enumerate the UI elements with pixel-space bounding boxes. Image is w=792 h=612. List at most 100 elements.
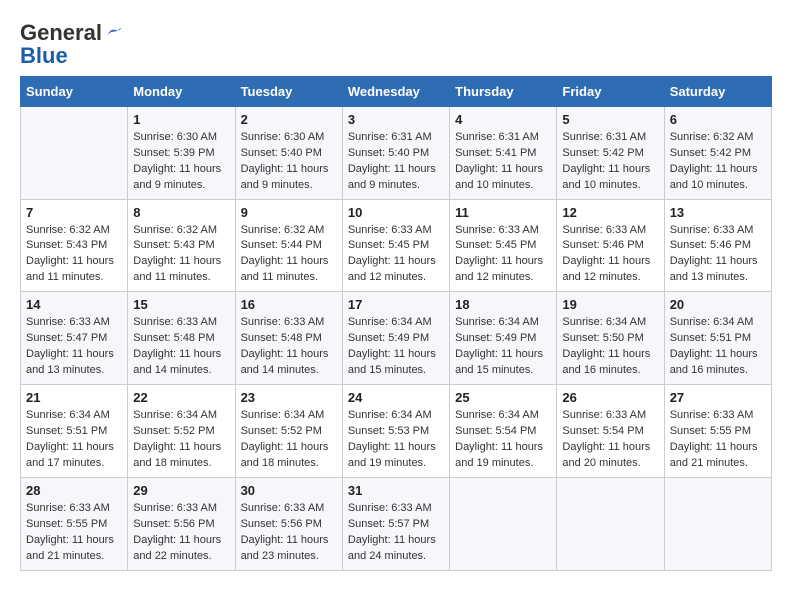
day-number: 18 (455, 297, 551, 312)
day-info: Sunrise: 6:33 AM Sunset: 5:46 PM Dayligh… (670, 223, 766, 287)
day-number: 31 (348, 483, 444, 498)
day-number: 13 (670, 205, 766, 220)
calendar-cell: 2Sunrise: 6:30 AM Sunset: 5:40 PM Daylig… (235, 106, 342, 199)
column-header-saturday: Saturday (664, 76, 771, 106)
day-number: 26 (562, 390, 658, 405)
day-info: Sunrise: 6:34 AM Sunset: 5:50 PM Dayligh… (562, 315, 658, 379)
day-number: 4 (455, 112, 551, 127)
calendar-cell: 19Sunrise: 6:34 AM Sunset: 5:50 PM Dayli… (557, 292, 664, 385)
calendar-cell: 29Sunrise: 6:33 AM Sunset: 5:56 PM Dayli… (128, 477, 235, 570)
day-info: Sunrise: 6:34 AM Sunset: 5:53 PM Dayligh… (348, 408, 444, 472)
day-number: 10 (348, 205, 444, 220)
day-info: Sunrise: 6:33 AM Sunset: 5:47 PM Dayligh… (26, 315, 122, 379)
calendar-cell: 1Sunrise: 6:30 AM Sunset: 5:39 PM Daylig… (128, 106, 235, 199)
column-header-tuesday: Tuesday (235, 76, 342, 106)
day-number: 1 (133, 112, 229, 127)
calendar-week-row: 21 Sunrise: 6:34 AM Sunset: 5:51 PM Dayli… (21, 385, 772, 478)
logo-bird-icon (104, 24, 122, 42)
calendar-week-row: 28 Sunrise: 6:33 AM Sunset: 5:55 PM Dayli… (21, 477, 772, 570)
day-number: 15 (133, 297, 229, 312)
column-header-monday: Monday (128, 76, 235, 106)
day-number: 9 (241, 205, 337, 220)
calendar-cell: 6 Sunrise: 6:32 AM Sunset: 5:42 PM Daylig… (664, 106, 771, 199)
day-number: 8 (133, 205, 229, 220)
calendar-cell: 16 Sunrise: 6:33 AM Sunset: 5:48 PM Dayli… (235, 292, 342, 385)
calendar-cell: 22 Sunrise: 6:34 AM Sunset: 5:52 PM Dayli… (128, 385, 235, 478)
day-info: Sunrise: 6:33 AM Sunset: 5:48 PM Dayligh… (133, 315, 229, 379)
day-number: 22 (133, 390, 229, 405)
day-info: Sunrise: 6:34 AM Sunset: 5:51 PM Dayligh… (670, 315, 766, 379)
calendar-week-row: 14 Sunrise: 6:33 AM Sunset: 5:47 PM Dayli… (21, 292, 772, 385)
day-info: Sunrise: 6:32 AM Sunset: 5:42 PM Dayligh… (670, 130, 766, 194)
day-info: Sunrise: 6:33 AM Sunset: 5:55 PM Dayligh… (670, 408, 766, 472)
page-header: General Blue (20, 20, 772, 66)
day-number: 11 (455, 205, 551, 220)
calendar-cell: 4 Sunrise: 6:31 AM Sunset: 5:41 PM Daylig… (450, 106, 557, 199)
calendar-cell: 28 Sunrise: 6:33 AM Sunset: 5:55 PM Dayli… (21, 477, 128, 570)
day-info: Sunrise: 6:33 AM Sunset: 5:46 PM Dayligh… (562, 223, 658, 287)
calendar-cell: 21 Sunrise: 6:34 AM Sunset: 5:51 PM Dayli… (21, 385, 128, 478)
calendar-cell: 11 Sunrise: 6:33 AM Sunset: 5:45 PM Dayli… (450, 199, 557, 292)
calendar-cell: 17 Sunrise: 6:34 AM Sunset: 5:49 PM Dayli… (342, 292, 449, 385)
day-info: Sunrise: 6:34 AM Sunset: 5:54 PM Dayligh… (455, 408, 551, 472)
calendar-cell: 20 Sunrise: 6:34 AM Sunset: 5:51 PM Dayli… (664, 292, 771, 385)
day-info: Sunrise: 6:33 AM Sunset: 5:55 PM Dayligh… (26, 501, 122, 565)
day-number: 14 (26, 297, 122, 312)
day-info: Sunrise: 6:33 AM Sunset: 5:54 PM Dayligh… (562, 408, 658, 472)
day-info: Sunrise: 6:34 AM Sunset: 5:51 PM Dayligh… (26, 408, 122, 472)
day-number: 28 (26, 483, 122, 498)
day-number: 17 (348, 297, 444, 312)
day-number: 20 (670, 297, 766, 312)
day-info: Sunrise: 6:33 AM Sunset: 5:57 PM Dayligh… (348, 501, 444, 565)
logo-blue-text: Blue (20, 46, 122, 66)
calendar-cell: 18Sunrise: 6:34 AM Sunset: 5:49 PM Dayli… (450, 292, 557, 385)
day-info: Sunrise: 6:33 AM Sunset: 5:56 PM Dayligh… (241, 501, 337, 565)
day-number: 29 (133, 483, 229, 498)
day-info: Sunrise: 6:32 AM Sunset: 5:43 PM Dayligh… (133, 223, 229, 287)
day-info: Sunrise: 6:34 AM Sunset: 5:52 PM Dayligh… (133, 408, 229, 472)
calendar-cell: 12 Sunrise: 6:33 AM Sunset: 5:46 PM Dayli… (557, 199, 664, 292)
day-info: Sunrise: 6:33 AM Sunset: 5:45 PM Dayligh… (455, 223, 551, 287)
day-number: 6 (670, 112, 766, 127)
calendar-cell: 23Sunrise: 6:34 AM Sunset: 5:52 PM Dayli… (235, 385, 342, 478)
day-number: 16 (241, 297, 337, 312)
calendar-cell: 7 Sunrise: 6:32 AM Sunset: 5:43 PM Daylig… (21, 199, 128, 292)
day-number: 2 (241, 112, 337, 127)
calendar-cell (21, 106, 128, 199)
calendar-cell: 24 Sunrise: 6:34 AM Sunset: 5:53 PM Dayli… (342, 385, 449, 478)
calendar-cell (557, 477, 664, 570)
logo: General Blue (20, 20, 122, 66)
day-number: 25 (455, 390, 551, 405)
day-info: Sunrise: 6:31 AM Sunset: 5:42 PM Dayligh… (562, 130, 658, 194)
day-number: 12 (562, 205, 658, 220)
day-number: 7 (26, 205, 122, 220)
calendar-cell: 8 Sunrise: 6:32 AM Sunset: 5:43 PM Daylig… (128, 199, 235, 292)
day-info: Sunrise: 6:34 AM Sunset: 5:49 PM Dayligh… (348, 315, 444, 379)
column-header-friday: Friday (557, 76, 664, 106)
calendar-cell: 26 Sunrise: 6:33 AM Sunset: 5:54 PM Dayli… (557, 385, 664, 478)
calendar-cell: 31 Sunrise: 6:33 AM Sunset: 5:57 PM Dayli… (342, 477, 449, 570)
day-info: Sunrise: 6:31 AM Sunset: 5:41 PM Dayligh… (455, 130, 551, 194)
day-info: Sunrise: 6:33 AM Sunset: 5:45 PM Dayligh… (348, 223, 444, 287)
calendar-cell: 3 Sunrise: 6:31 AM Sunset: 5:40 PM Daylig… (342, 106, 449, 199)
column-header-wednesday: Wednesday (342, 76, 449, 106)
calendar-cell: 14 Sunrise: 6:33 AM Sunset: 5:47 PM Dayli… (21, 292, 128, 385)
calendar-week-row: 7 Sunrise: 6:32 AM Sunset: 5:43 PM Daylig… (21, 199, 772, 292)
calendar-cell: 5Sunrise: 6:31 AM Sunset: 5:42 PM Daylig… (557, 106, 664, 199)
day-number: 21 (26, 390, 122, 405)
calendar-cell (664, 477, 771, 570)
day-number: 30 (241, 483, 337, 498)
day-info: Sunrise: 6:32 AM Sunset: 5:43 PM Dayligh… (26, 223, 122, 287)
day-number: 3 (348, 112, 444, 127)
calendar-week-row: 1Sunrise: 6:30 AM Sunset: 5:39 PM Daylig… (21, 106, 772, 199)
day-info: Sunrise: 6:33 AM Sunset: 5:48 PM Dayligh… (241, 315, 337, 379)
calendar-cell: 15 Sunrise: 6:33 AM Sunset: 5:48 PM Dayli… (128, 292, 235, 385)
day-number: 24 (348, 390, 444, 405)
calendar-cell: 27 Sunrise: 6:33 AM Sunset: 5:55 PM Dayli… (664, 385, 771, 478)
calendar-table: SundayMondayTuesdayWednesdayThursdayFrid… (20, 76, 772, 571)
day-info: Sunrise: 6:32 AM Sunset: 5:44 PM Dayligh… (241, 223, 337, 287)
calendar-cell: 9 Sunrise: 6:32 AM Sunset: 5:44 PM Daylig… (235, 199, 342, 292)
day-info: Sunrise: 6:31 AM Sunset: 5:40 PM Dayligh… (348, 130, 444, 194)
day-number: 27 (670, 390, 766, 405)
column-header-sunday: Sunday (21, 76, 128, 106)
